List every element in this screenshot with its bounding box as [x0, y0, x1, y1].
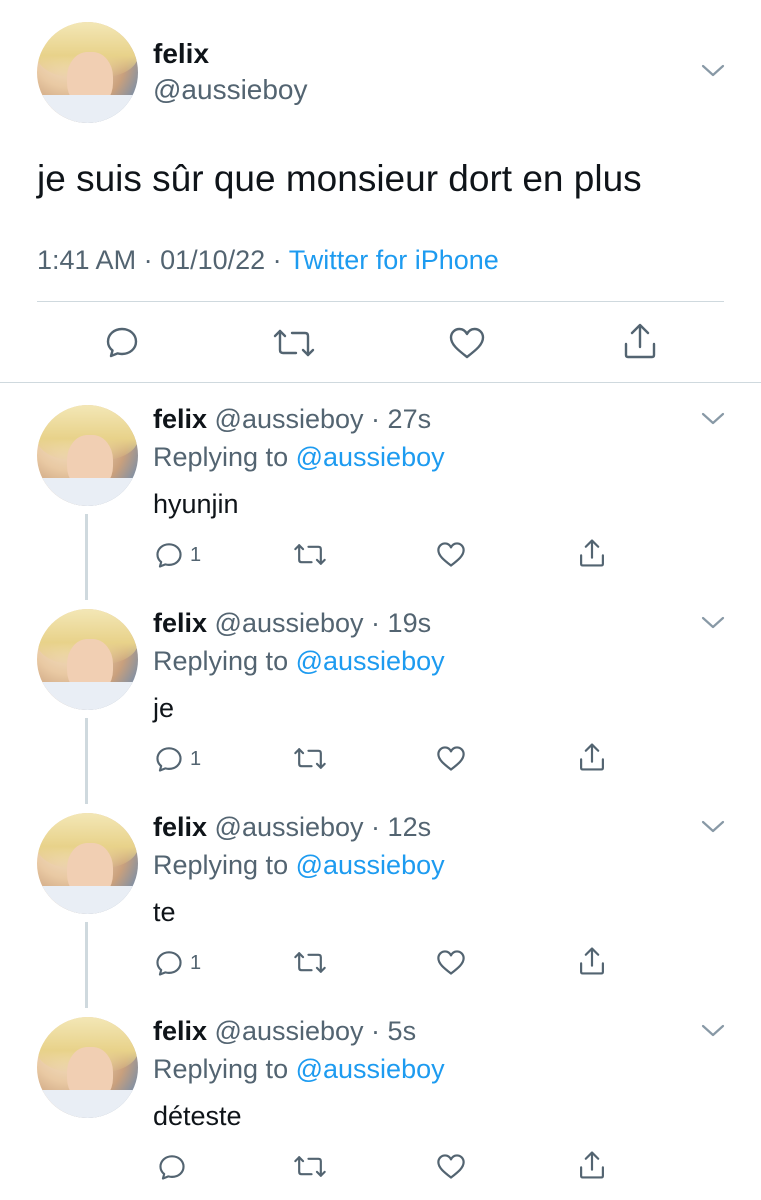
- retweet-icon[interactable]: [293, 541, 327, 568]
- share-icon[interactable]: [578, 742, 606, 772]
- avatar[interactable]: [37, 813, 138, 914]
- share-icon[interactable]: [622, 322, 658, 360]
- replying-to: Replying to @aussieboy: [153, 442, 445, 472]
- handle[interactable]: @aussieboy: [215, 812, 364, 842]
- reply-icon[interactable]: [155, 541, 183, 569]
- retweet-icon[interactable]: [272, 326, 316, 360]
- avatar[interactable]: [37, 1017, 138, 1118]
- timestamp[interactable]: 27s: [388, 404, 432, 434]
- reply-header: felix @aussieboy · 12s: [153, 812, 432, 842]
- handle[interactable]: @aussieboy: [215, 1016, 364, 1046]
- reply-icon[interactable]: [105, 325, 139, 359]
- retweet-icon[interactable]: [293, 949, 327, 976]
- timestamp[interactable]: 19s: [388, 608, 432, 638]
- thread-line: [85, 718, 88, 804]
- reply-text: hyunjin: [153, 489, 239, 519]
- replying-to: Replying to @aussieboy: [153, 1054, 445, 1084]
- tweet-meta: 1:41 AM · 01/10/22 · Twitter for iPhone: [37, 245, 499, 275]
- display-name[interactable]: felix: [153, 38, 209, 70]
- replying-to-handle[interactable]: @aussieboy: [296, 646, 445, 676]
- reply-header: felix @aussieboy · 19s: [153, 608, 432, 638]
- replying-to-handle[interactable]: @aussieboy: [296, 850, 445, 880]
- heart-icon[interactable]: [436, 541, 466, 568]
- replying-to-handle[interactable]: @aussieboy: [296, 442, 445, 472]
- share-icon[interactable]: [578, 538, 606, 568]
- chevron-down-icon[interactable]: [700, 62, 726, 80]
- share-icon[interactable]: [578, 1150, 606, 1180]
- reply-icon[interactable]: [155, 745, 183, 773]
- tweet-source[interactable]: Twitter for iPhone: [289, 245, 499, 275]
- reply-icon[interactable]: [155, 949, 183, 977]
- avatar[interactable]: [37, 22, 138, 123]
- reply-count: 1: [190, 952, 202, 974]
- replying-to: Replying to @aussieboy: [153, 646, 445, 676]
- reply-icon[interactable]: [158, 1153, 186, 1181]
- chevron-down-icon[interactable]: [700, 614, 726, 632]
- retweet-icon[interactable]: [293, 1153, 327, 1180]
- display-name[interactable]: felix: [153, 608, 207, 638]
- replying-to: Replying to @aussieboy: [153, 850, 445, 880]
- handle[interactable]: @aussieboy: [153, 74, 308, 106]
- heart-icon[interactable]: [436, 745, 466, 772]
- reply-header: felix @aussieboy · 5s: [153, 1016, 417, 1046]
- thread-line: [85, 922, 88, 1008]
- avatar[interactable]: [37, 609, 138, 710]
- handle[interactable]: @aussieboy: [215, 404, 364, 434]
- display-name[interactable]: felix: [153, 404, 207, 434]
- tweet-date: 01/10/22: [160, 245, 266, 275]
- tweet-time: 1:41 AM: [37, 245, 137, 275]
- heart-icon[interactable]: [448, 326, 486, 360]
- reply-text: te: [153, 897, 176, 927]
- display-name[interactable]: felix: [153, 812, 207, 842]
- tweet-text: je suis sûr que monsieur dort en plus: [37, 158, 642, 199]
- reply-header: felix @aussieboy · 27s: [153, 404, 432, 434]
- chevron-down-icon[interactable]: [700, 410, 726, 428]
- heart-icon[interactable]: [436, 949, 466, 976]
- heart-icon[interactable]: [436, 1153, 466, 1180]
- avatar[interactable]: [37, 405, 138, 506]
- display-name[interactable]: felix: [153, 1016, 207, 1046]
- timestamp[interactable]: 5s: [388, 1016, 417, 1046]
- reply-text: je: [153, 693, 175, 723]
- thread-line: [85, 514, 88, 600]
- replying-to-handle[interactable]: @aussieboy: [296, 1054, 445, 1084]
- reply-count: 1: [190, 748, 202, 770]
- retweet-icon[interactable]: [293, 745, 327, 772]
- reply-text: déteste: [153, 1101, 242, 1131]
- reply-count: 1: [190, 544, 202, 566]
- handle[interactable]: @aussieboy: [215, 608, 364, 638]
- divider: [37, 301, 724, 302]
- section-divider: [0, 382, 761, 383]
- share-icon[interactable]: [578, 946, 606, 976]
- chevron-down-icon[interactable]: [700, 818, 726, 836]
- timestamp[interactable]: 12s: [388, 812, 432, 842]
- chevron-down-icon[interactable]: [700, 1022, 726, 1040]
